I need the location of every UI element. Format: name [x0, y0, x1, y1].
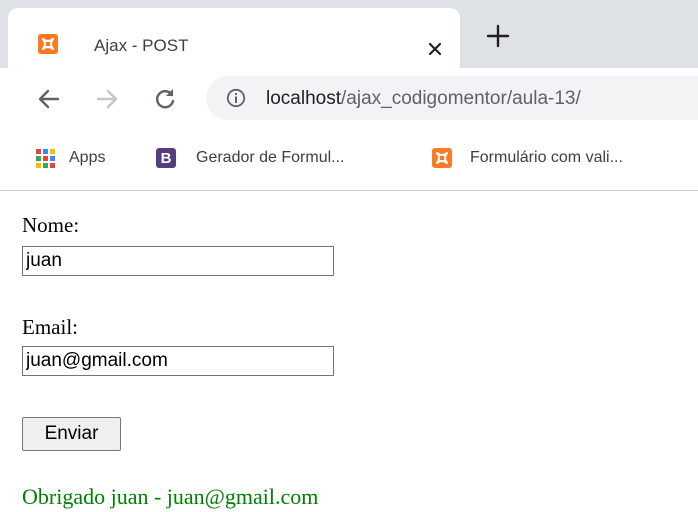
arrow-left-icon[interactable] [36, 86, 62, 112]
bookmark-label: Formulário com vali... [470, 149, 623, 166]
bookmark-apps[interactable]: Apps [36, 146, 105, 170]
tab-strip: Ajax - POST [0, 0, 698, 68]
info-icon[interactable] [226, 88, 246, 108]
bookmark-gerador-de-formulario[interactable]: B Gerador de Formul... [156, 146, 345, 170]
tab-ajax-post[interactable]: Ajax - POST [8, 8, 460, 68]
new-tab-plus-icon[interactable] [484, 22, 512, 50]
close-icon[interactable] [424, 38, 446, 60]
browser-window: Ajax - POST localhost/ajax_codigomentor/… [0, 0, 698, 512]
url-text: localhost/ajax_codigomentor/aula-13/ [266, 88, 581, 110]
address-bar[interactable]: localhost/ajax_codigomentor/aula-13/ [206, 76, 698, 120]
bookmark-formulario-com-validacao[interactable]: Formulário com vali... [432, 146, 623, 170]
xampp-icon [38, 34, 58, 54]
bookmarks-bar: Apps B Gerador de Formul... Formulário c… [0, 128, 698, 191]
browser-toolbar: localhost/ajax_codigomentor/aula-13/ [0, 68, 698, 128]
url-host: localhost [266, 88, 341, 109]
xampp-icon [432, 148, 452, 168]
reload-icon[interactable] [152, 86, 178, 112]
apps-grid-icon [36, 148, 55, 168]
submit-button[interactable]: Enviar [22, 417, 121, 451]
email-label: Email: [22, 315, 78, 339]
email-input[interactable] [22, 346, 334, 376]
url-path: /ajax_codigomentor/aula-13/ [341, 88, 581, 109]
name-label: Nome: [22, 213, 80, 237]
name-input[interactable] [22, 246, 334, 276]
bookmark-label: Gerador de Formul... [196, 149, 345, 166]
bootstrap-icon: B [156, 148, 176, 168]
arrow-right-icon[interactable] [94, 86, 120, 112]
tab-title: Ajax - POST [94, 36, 189, 55]
bookmark-label: Apps [69, 149, 106, 166]
result-message: Obrigado juan - juan@gmail.com [22, 484, 319, 509]
page-content: Nome: Email: Enviar Obrigado juan - juan… [0, 191, 698, 512]
